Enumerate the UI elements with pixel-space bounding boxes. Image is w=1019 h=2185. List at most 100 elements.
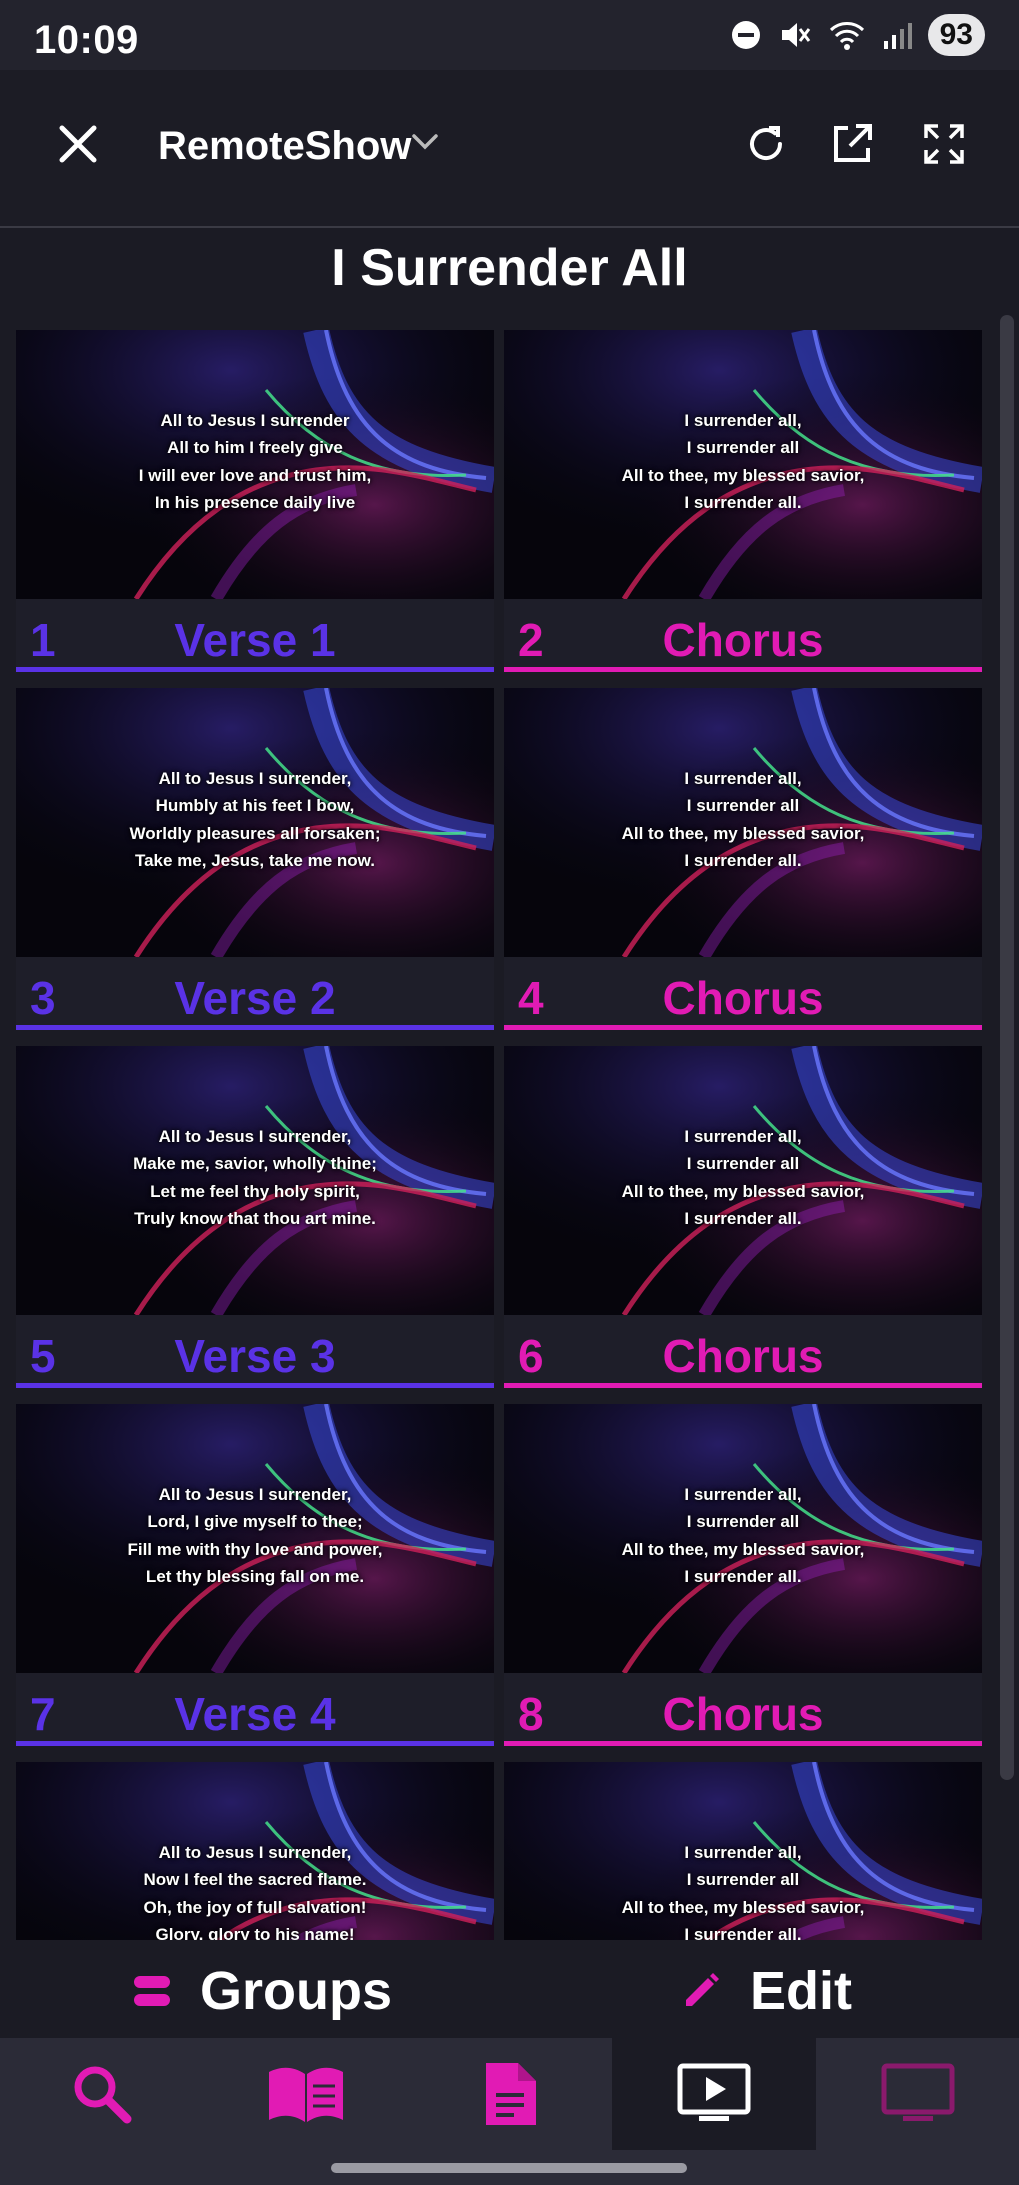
lyric-line: Humbly at his feet I bow, (155, 796, 355, 815)
slide-group-name: Chorus (662, 1688, 824, 1740)
groups-button[interactable]: Groups (132, 1960, 392, 2022)
lyric-line: I surrender all, (684, 1126, 802, 1146)
lyric-line: In his presence daily live (154, 493, 356, 512)
slide-card[interactable]: All to Jesus I surrender, Lord, I give my… (16, 1404, 494, 1762)
slide-lyrics: All to Jesus I surrender, Now I feel the … (16, 1762, 494, 1941)
slide-thumbnail[interactable]: I surrender all, I surrender all All to th… (504, 1404, 982, 1673)
slide-thumbnail[interactable]: All to Jesus I surrender, Lord, I give my… (16, 1404, 494, 1673)
lyric-line: Let me feel thy holy spirit, (150, 1181, 360, 1201)
nav-library[interactable] (204, 2038, 408, 2150)
slide-lyrics: I surrender all, I surrender all All to th… (504, 688, 982, 957)
home-indicator[interactable] (331, 2163, 687, 2173)
slide-thumbnail[interactable]: I surrender all, I surrender all All to th… (504, 1762, 982, 1940)
slide-lyrics: All to Jesus I surrender All to him I fre… (16, 330, 494, 599)
slide-thumbnail[interactable]: All to Jesus I surrender, Make me, savior… (16, 1046, 494, 1315)
slide-card[interactable]: All to Jesus I surrender, Now I feel the … (16, 1762, 494, 1940)
lyric-line: Oh, the joy of full salvation! (143, 1897, 367, 1917)
lyric-line: Glory, glory to his name! (155, 1925, 355, 1940)
nav-document[interactable] (408, 2038, 612, 2150)
slide-lyrics: I surrender all, I surrender all All to th… (504, 1404, 982, 1673)
scrollbar[interactable] (1000, 315, 1014, 1780)
slide-lyrics: All to Jesus I surrender, Lord, I give my… (16, 1404, 494, 1673)
lyric-line: I surrender all. (684, 851, 802, 870)
groups-label: Groups (200, 1961, 393, 2021)
status-time: 10:09 (34, 18, 139, 62)
slide-label[interactable]: 2 Chorus (504, 599, 982, 672)
groups-icon (134, 1976, 170, 2006)
slide-lyrics: I surrender all, I surrender all All to th… (504, 1762, 982, 1941)
slide-card[interactable]: All to Jesus I surrender, Make me, savior… (16, 1046, 494, 1404)
slide-card[interactable]: I surrender all, I surrender all All to th… (504, 688, 982, 1046)
lyric-line: I surrender all, (684, 768, 802, 788)
bottom-nav (0, 2038, 1019, 2150)
open-external-icon[interactable] (828, 120, 876, 168)
lyric-line: I surrender all, (684, 1484, 802, 1504)
slide-card[interactable]: All to Jesus I surrender, Humbly at his f… (16, 688, 494, 1046)
slide-card[interactable]: I surrender all, I surrender all All to th… (504, 1762, 982, 1940)
nav-search[interactable] (0, 2038, 204, 2150)
lyric-line: All to Jesus I surrender, (158, 1126, 352, 1146)
lyric-line: I surrender all. (684, 1567, 802, 1586)
slide-group-name: Verse 4 (174, 1688, 336, 1740)
app-bar: RemoteShow (0, 70, 1019, 228)
slide-group-name: Verse 3 (174, 1330, 336, 1382)
chevron-down-icon[interactable] (410, 132, 440, 152)
close-icon[interactable] (56, 122, 100, 166)
edit-label: Edit (750, 1961, 852, 2021)
slide-thumbnail[interactable]: All to Jesus I surrender, Now I feel the … (16, 1762, 494, 1940)
slide-thumbnail[interactable]: I surrender all, I surrender all All to th… (504, 330, 982, 599)
slide-label[interactable]: 3 Verse 2 (16, 957, 494, 1030)
lyric-line: Worldly pleasures all forsaken; (129, 823, 381, 843)
lyric-line: Make me, savior, wholly thine; (133, 1154, 377, 1173)
slide-card[interactable]: I surrender all, I surrender all All to th… (504, 330, 982, 688)
lyric-line: All to thee, my blessed savior, (621, 823, 865, 843)
slide-label[interactable]: 4 Chorus (504, 957, 982, 1030)
lyric-line: Let thy blessing fall on me. (145, 1567, 365, 1586)
slide-label[interactable]: 5 Verse 3 (16, 1315, 494, 1388)
slide-lyrics: I surrender all, I surrender all All to th… (504, 330, 982, 599)
slide-thumbnail[interactable]: I surrender all, I surrender all All to th… (504, 688, 982, 957)
lyric-line: Lord, I give myself to thee; (147, 1512, 363, 1531)
lyric-line: I surrender all (686, 1512, 800, 1531)
lyric-line: All to thee, my blessed savior, (621, 1897, 865, 1917)
edit-button[interactable]: Edit (680, 1960, 852, 2022)
status-icons: 93 (730, 14, 985, 56)
slide-group-name: Verse 1 (174, 614, 336, 666)
lyric-line: I surrender all. (684, 493, 802, 512)
lyric-line: I surrender all. (684, 1209, 802, 1228)
slide-thumbnail[interactable]: I surrender all, I surrender all All to th… (504, 1046, 982, 1315)
app-title[interactable]: RemoteShow (158, 124, 411, 169)
slide-label[interactable]: 8 Chorus (504, 1673, 982, 1746)
wifi-icon (829, 22, 864, 50)
slide-thumbnail[interactable]: All to Jesus I surrender All to him I fre… (16, 330, 494, 599)
slide-group-name: Verse 2 (174, 972, 336, 1024)
slide-label[interactable]: 6 Chorus (504, 1315, 982, 1388)
nav-presentation[interactable] (612, 2038, 816, 2150)
nav-output[interactable] (816, 2038, 1019, 2150)
song-title: I Surrender All (331, 239, 688, 297)
lyric-line: All to him I freely give (167, 438, 343, 457)
slide-lyrics: All to Jesus I surrender, Humbly at his f… (16, 688, 494, 957)
document-icon (486, 2063, 536, 2125)
monitor-icon (881, 2063, 955, 2121)
lyric-line: I surrender all, (684, 410, 802, 430)
fullscreen-icon[interactable] (920, 120, 968, 168)
refresh-icon[interactable] (742, 120, 790, 168)
lyric-line: All to Jesus I surrender, (158, 768, 352, 788)
lyric-line: Fill me with thy love and power, (127, 1539, 383, 1559)
slide-grid: All to Jesus I surrender All to him I fre… (16, 330, 982, 1940)
slide-card[interactable]: I surrender all, I surrender all All to th… (504, 1404, 982, 1762)
slide-card[interactable]: All to Jesus I surrender All to him I fre… (16, 330, 494, 688)
status-bar: 10:09 93 (0, 0, 1019, 70)
lyric-line: I will ever love and trust him, (138, 465, 372, 485)
lyric-line: I surrender all, (684, 1842, 802, 1862)
slide-card[interactable]: I surrender all, I surrender all All to th… (504, 1046, 982, 1404)
lyric-line: Truly know that thou art mine. (134, 1209, 376, 1228)
edit-icon (686, 1973, 719, 2006)
slide-label[interactable]: 1 Verse 1 (16, 599, 494, 672)
slide-thumbnail[interactable]: All to Jesus I surrender, Humbly at his f… (16, 688, 494, 957)
slide-lyrics: I surrender all, I surrender all All to th… (504, 1046, 982, 1315)
gesture-bar (0, 2150, 1019, 2185)
slide-label[interactable]: 7 Verse 4 (16, 1673, 494, 1746)
slide-group-name: Chorus (662, 1330, 824, 1382)
